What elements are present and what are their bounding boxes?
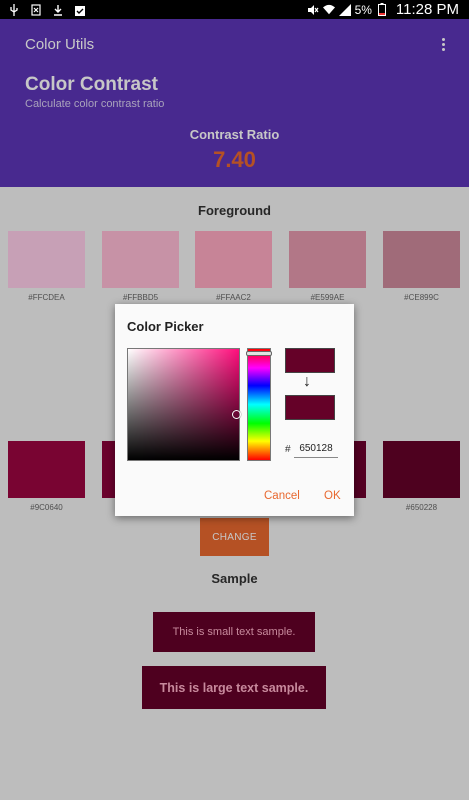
mute-icon (307, 4, 319, 16)
saturation-value-picker[interactable] (127, 348, 241, 461)
ok-button[interactable]: OK (324, 490, 341, 502)
battery-icon (376, 3, 388, 16)
color-picker-dialog: Color Picker ↓ # Cancel OK (115, 304, 354, 516)
old-color-preview (285, 348, 335, 373)
usb-icon (8, 3, 20, 16)
download-icon (52, 4, 64, 16)
hex-input[interactable] (294, 440, 338, 458)
signal-icon (338, 3, 351, 16)
arrow-down-icon: ↓ (303, 373, 311, 390)
clipboard-check-icon (74, 4, 86, 16)
hue-slider-handle[interactable] (246, 351, 272, 356)
hue-slider[interactable] (246, 348, 272, 461)
wifi-icon (322, 4, 335, 16)
clock: 11:28 PM (395, 1, 459, 18)
status-bar: 5% 11:28 PM (0, 0, 469, 19)
battery-percent: 5% (354, 2, 372, 17)
dialog-title: Color Picker (127, 319, 204, 334)
hex-prefix: # (285, 444, 291, 455)
new-color-preview (285, 395, 335, 420)
cancel-button[interactable]: Cancel (264, 490, 300, 502)
sim-icon (30, 3, 42, 16)
sv-picker-handle[interactable] (232, 410, 241, 419)
